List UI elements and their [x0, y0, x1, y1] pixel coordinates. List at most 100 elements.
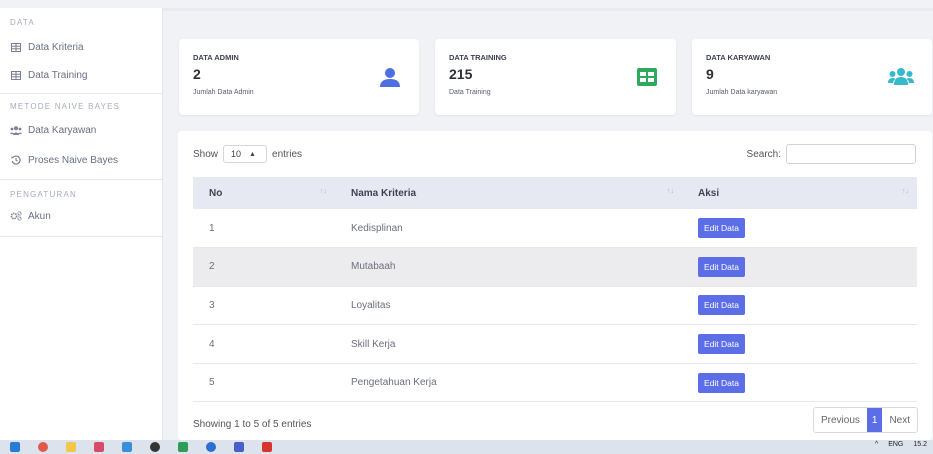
table-icon	[10, 42, 22, 52]
entries-label: entries	[272, 148, 303, 160]
cell-aksi: Edit Data	[682, 363, 917, 402]
sidebar-heading-data: DATA	[10, 18, 35, 27]
sidebar-divider	[0, 179, 162, 180]
sidebar-item-data-training[interactable]: Data Training	[0, 65, 162, 85]
table-row: 3 Loyalitas Edit Data	[193, 286, 917, 325]
column-header-label: Nama Kriteria	[351, 187, 417, 199]
cell-nama-kriteria: Pengetahuan Kerja	[351, 377, 437, 389]
app-icon[interactable]	[178, 442, 188, 452]
os-taskbar: ^ ENG 15.2	[0, 440, 933, 454]
app-icon[interactable]	[234, 442, 244, 452]
sidebar-item-label: Data Training	[28, 69, 88, 81]
table-row: 1 Kedisplinan Edit Data	[193, 209, 917, 248]
sort-icon: ↑↓	[902, 188, 909, 195]
users-icon	[888, 68, 914, 85]
column-header-no[interactable]: No ↑↓	[193, 177, 335, 209]
table-info: Showing 1 to 5 of 5 entries	[193, 419, 312, 430]
system-tray: ^ ENG 15.2	[865, 441, 927, 448]
table-icon	[637, 68, 657, 86]
sort-icon: ↑↓	[320, 188, 327, 195]
table-search: Search:	[747, 144, 916, 164]
sidebar-item-label: Proses Naive Bayes	[28, 154, 119, 166]
chevron-up-icon[interactable]: ^	[875, 441, 878, 448]
table-header-row: No ↑↓ Nama Kriteria ↑↓ Aksi ↑↓	[193, 177, 917, 209]
entries-length-control: Show 10 ▲︎ entries	[193, 145, 302, 163]
card-subtitle: Data Training	[449, 89, 491, 96]
top-divider	[163, 8, 933, 11]
app-icon[interactable]	[206, 442, 216, 452]
search-input[interactable]	[786, 144, 916, 164]
table-row: 2 Mutabaah Edit Data	[193, 247, 917, 287]
card-title: DATA TRAINING	[449, 53, 507, 62]
cell-no: 4	[209, 338, 215, 350]
column-header-label: No	[209, 187, 223, 199]
clock[interactable]: 15.2	[913, 441, 927, 448]
sidebar-item-data-kriteria[interactable]: Data Kriteria	[0, 37, 162, 57]
cogs-icon	[10, 211, 22, 221]
cell-nama-kriteria: Skill Kerja	[351, 338, 396, 350]
sidebar-item-akun[interactable]: Akun	[0, 206, 162, 226]
sidebar-divider	[0, 236, 162, 237]
card-subtitle: Jumlah Data karyawan	[706, 89, 778, 96]
cell-nama-kriteria: Mutabaah	[351, 261, 396, 273]
pagination-previous[interactable]: Previous	[814, 408, 867, 432]
sidebar-item-label: Akun	[28, 210, 51, 222]
edit-data-button[interactable]: Edit Data	[698, 295, 745, 316]
user-icon	[380, 68, 400, 87]
cell-no: 1	[209, 222, 215, 234]
edit-data-button[interactable]: Edit Data	[698, 218, 745, 239]
kriteria-table-panel: Show 10 ▲︎ entries Search: No ↑↓ Nama Kri…	[178, 131, 932, 440]
cell-no: 5	[209, 377, 215, 389]
kriteria-table: No ↑↓ Nama Kriteria ↑↓ Aksi ↑↓ 1 Kedisplina…	[193, 177, 917, 402]
sidebar-item-data-karyawan[interactable]: Data Karyawan	[0, 120, 162, 140]
table-icon	[10, 70, 22, 80]
edit-data-button[interactable]: Edit Data	[698, 372, 745, 393]
edit-data-button[interactable]: Edit Data	[698, 334, 745, 355]
pagination-next[interactable]: Next	[882, 408, 917, 432]
cell-aksi: Edit Data	[682, 209, 917, 248]
card-data-training: DATA TRAINING 215 Data Training	[435, 39, 676, 115]
card-value: 9	[706, 66, 714, 82]
sidebar: DATA Data Kriteria Data Training METODE …	[0, 8, 163, 440]
column-header-label: Aksi	[698, 187, 720, 199]
app-icon[interactable]	[150, 442, 160, 452]
card-title: DATA ADMIN	[193, 53, 239, 62]
chrome-icon[interactable]	[38, 442, 48, 452]
app-icon[interactable]	[94, 442, 104, 452]
pagination-page-1[interactable]: 1	[866, 408, 883, 432]
card-subtitle: Jumlah Data Admin	[193, 89, 254, 96]
sidebar-divider	[0, 93, 162, 94]
entries-select[interactable]: 10 ▲︎	[223, 145, 268, 163]
column-header-aksi[interactable]: Aksi ↑↓	[682, 177, 917, 209]
cell-nama-kriteria: Kedisplinan	[351, 222, 403, 234]
card-value: 215	[449, 66, 473, 82]
sidebar-item-label: Data Kriteria	[28, 41, 84, 53]
search-label: Search:	[746, 148, 781, 160]
users-icon	[10, 125, 22, 135]
app-icon[interactable]	[122, 442, 132, 452]
file-explorer-icon[interactable]	[66, 442, 76, 452]
sidebar-heading-pengaturan: PENGATURAN	[10, 190, 77, 199]
sidebar-item-proses-naive-bayes[interactable]: Proses Naive Bayes	[0, 150, 162, 170]
language-indicator[interactable]: ENG	[888, 441, 903, 448]
cell-no: 2	[209, 261, 215, 273]
windows-start-icon[interactable]	[10, 442, 20, 452]
show-label: Show	[193, 148, 219, 160]
table-row: 4 Skill Kerja Edit Data	[193, 325, 917, 364]
app-icon[interactable]	[262, 442, 272, 452]
cell-nama-kriteria: Loyalitas	[351, 299, 391, 311]
sidebar-heading-metode: METODE NAIVE BAYES	[10, 102, 121, 111]
cell-aksi: Edit Data	[682, 325, 917, 364]
cell-aksi: Edit Data	[682, 248, 917, 287]
history-icon	[10, 155, 22, 165]
card-title: DATA KARYAWAN	[706, 53, 771, 62]
card-value: 2	[193, 66, 201, 82]
edit-data-button[interactable]: Edit Data	[698, 256, 745, 277]
column-header-nama-kriteria[interactable]: Nama Kriteria ↑↓	[335, 177, 682, 209]
select-arrows-icon: ▲︎	[249, 150, 256, 158]
entries-select-value: 10	[231, 149, 242, 159]
card-data-karyawan: DATA KARYAWAN 9 Jumlah Data karyawan	[692, 39, 932, 115]
table-row: 5 Pengetahuan Kerja Edit Data	[193, 363, 917, 402]
cell-aksi: Edit Data	[682, 286, 917, 325]
cell-no: 3	[209, 299, 215, 311]
